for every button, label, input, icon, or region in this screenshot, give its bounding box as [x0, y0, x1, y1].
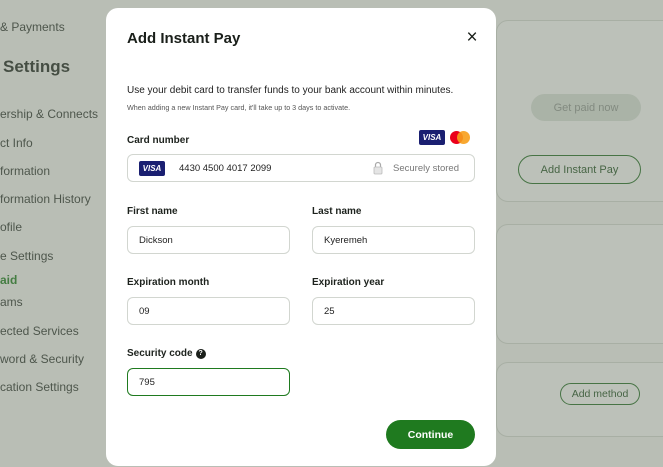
expiration-month-field[interactable]: 09 [127, 297, 290, 325]
first-name-label: First name [127, 206, 178, 217]
visa-logo-icon: VISA [419, 130, 445, 145]
security-code-label: Security code [127, 348, 193, 359]
close-icon[interactable]: × [463, 28, 481, 47]
security-code-value: 795 [139, 376, 155, 388]
modal-title: Add Instant Pay [127, 30, 241, 47]
modal-note: When adding a new Instant Pay card, it'l… [127, 103, 351, 112]
accepted-cards: VISA [419, 130, 471, 145]
lock-icon [373, 161, 383, 175]
security-code-label-row: Security code? [127, 348, 206, 359]
add-instant-pay-modal: Add Instant Pay × Use your debit card to… [106, 8, 496, 466]
first-name-field[interactable]: Dickson [127, 226, 290, 254]
card-number-label: Card number [127, 135, 190, 146]
modal-description: Use your debit card to transfer funds to… [127, 85, 454, 96]
help-icon[interactable]: ? [195, 348, 206, 359]
card-number-field[interactable]: VISA 4430 4500 4017 2099 Securely stored [127, 154, 475, 182]
last-name-value: Kyeremeh [324, 234, 368, 246]
expiration-year-value: 25 [324, 305, 335, 317]
first-name-value: Dickson [139, 234, 173, 246]
expiration-year-field[interactable]: 25 [312, 297, 475, 325]
visa-card-icon: VISA [139, 160, 165, 176]
card-number-value: 4430 4500 4017 2099 [179, 162, 272, 174]
expiration-month-value: 09 [139, 305, 150, 317]
last-name-field[interactable]: Kyeremeh [312, 226, 475, 254]
mastercard-logo-icon [449, 130, 471, 145]
last-name-label: Last name [312, 206, 362, 217]
securely-stored-text: Securely stored [393, 163, 460, 174]
expiration-year-label: Expiration year [312, 277, 385, 288]
expiration-month-label: Expiration month [127, 277, 210, 288]
continue-button[interactable]: Continue [386, 420, 475, 449]
security-code-field[interactable]: 795 [127, 368, 290, 396]
